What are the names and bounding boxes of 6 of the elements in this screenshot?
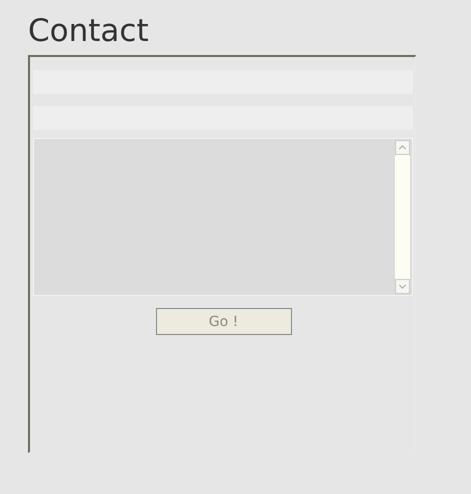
scroll-up-icon[interactable] xyxy=(395,140,410,155)
page-title: Contact xyxy=(28,12,150,50)
message-field[interactable] xyxy=(33,138,413,296)
scroll-down-icon[interactable] xyxy=(395,279,410,294)
submit-button[interactable]: Go ! xyxy=(156,308,292,335)
scrollbar[interactable] xyxy=(395,140,410,294)
